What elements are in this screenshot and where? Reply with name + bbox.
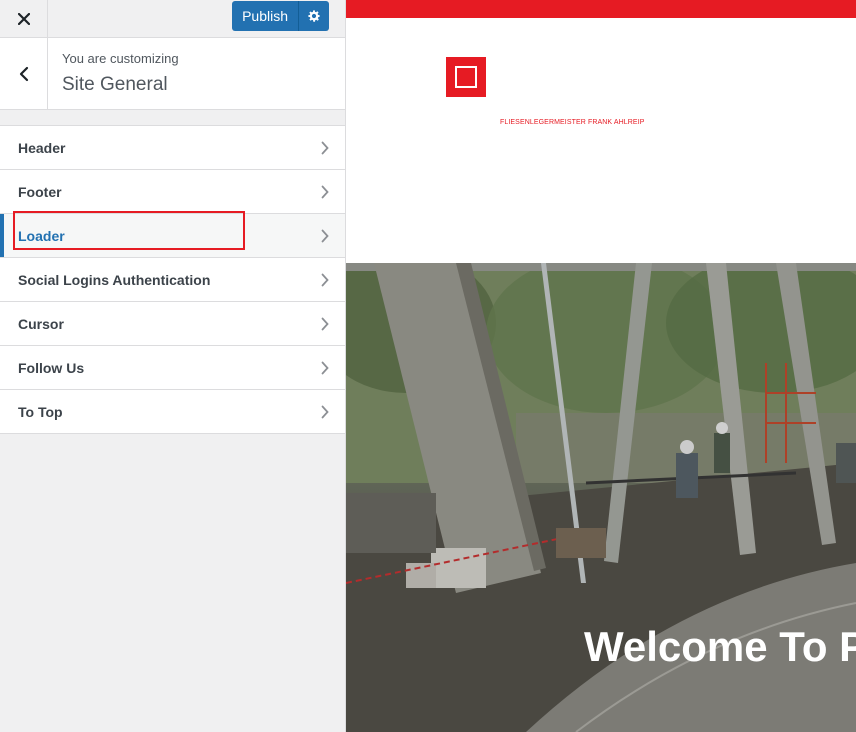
customizing-label: You are customizing bbox=[62, 51, 179, 66]
site-logo[interactable] bbox=[446, 57, 486, 97]
customizer-toolbar: Publish bbox=[0, 0, 345, 38]
menu-item-label: Loader bbox=[18, 227, 65, 244]
menu-item-label: Header bbox=[18, 139, 66, 156]
menu-item-social-logins[interactable]: Social Logins Authentication bbox=[0, 258, 345, 302]
menu-item-label: Follow Us bbox=[18, 359, 85, 376]
publish-settings-button[interactable] bbox=[299, 1, 329, 31]
chevron-right-icon bbox=[321, 273, 329, 287]
chevron-right-icon bbox=[321, 141, 329, 155]
logo-square-icon bbox=[455, 66, 477, 88]
menu-item-footer[interactable]: Footer bbox=[0, 170, 345, 214]
customizer-sidebar: Publish You are customizing Site General… bbox=[0, 0, 346, 732]
menu-item-follow-us[interactable]: Follow Us bbox=[0, 346, 345, 390]
publish-group: Publish bbox=[232, 1, 329, 31]
menu-item-loader[interactable]: Loader bbox=[0, 211, 345, 258]
site-header: FLIESENLEGERMEISTER FRANK AHLREIP bbox=[346, 18, 856, 263]
section-title: Site General bbox=[62, 74, 168, 95]
chevron-right-icon bbox=[321, 405, 329, 419]
menu-item-label: Footer bbox=[18, 183, 62, 200]
section-title-group: You are customizing Site General bbox=[62, 51, 179, 96]
close-button[interactable] bbox=[0, 0, 48, 37]
section-menu: Header Footer Loader Social Logins Authe… bbox=[0, 125, 345, 434]
back-button[interactable] bbox=[0, 38, 48, 109]
gear-icon bbox=[308, 10, 320, 22]
menu-item-label: To Top bbox=[18, 403, 63, 420]
hero-section: Welcome To P bbox=[346, 263, 856, 732]
top-bar bbox=[346, 0, 856, 18]
menu-item-cursor[interactable]: Cursor bbox=[0, 302, 345, 346]
chevron-right-icon bbox=[321, 317, 329, 331]
chevron-right-icon bbox=[321, 185, 329, 199]
menu-item-label: Cursor bbox=[18, 315, 64, 332]
chevron-left-icon bbox=[19, 66, 28, 81]
hero-title: Welcome To P bbox=[584, 623, 856, 670]
chevron-right-icon bbox=[321, 361, 329, 375]
menu-item-header[interactable]: Header bbox=[0, 126, 345, 170]
site-preview: FLIESENLEGERMEISTER FRANK AHLREIP Welcom… bbox=[346, 0, 856, 732]
close-icon bbox=[17, 12, 30, 25]
chevron-right-icon bbox=[321, 229, 329, 243]
menu-item-label: Social Logins Authentication bbox=[18, 271, 211, 288]
site-tagline: FLIESENLEGERMEISTER FRANK AHLREIP bbox=[500, 119, 645, 126]
section-header: You are customizing Site General bbox=[0, 38, 345, 110]
menu-item-to-top[interactable]: To Top bbox=[0, 390, 345, 434]
publish-button[interactable]: Publish bbox=[232, 1, 299, 31]
